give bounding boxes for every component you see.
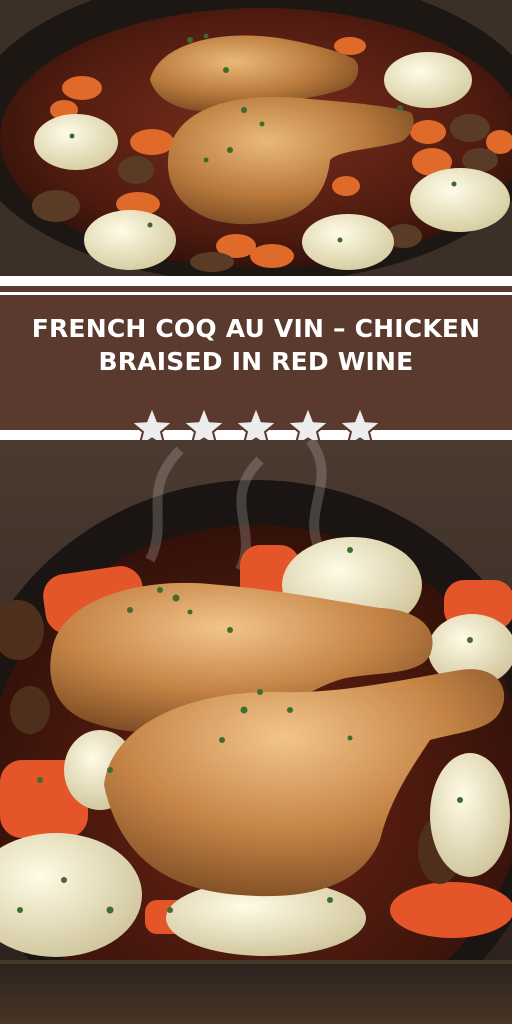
recipe-title: FRENCH COQ AU VIN – CHICKEN BRAISED IN R… bbox=[31, 314, 481, 376]
top-dish-photo bbox=[0, 0, 512, 276]
title-band: FRENCH COQ AU VIN – CHICKEN BRAISED IN R… bbox=[0, 276, 512, 448]
bottom-dish-photo bbox=[0, 440, 512, 1024]
divider-top bbox=[0, 292, 512, 295]
